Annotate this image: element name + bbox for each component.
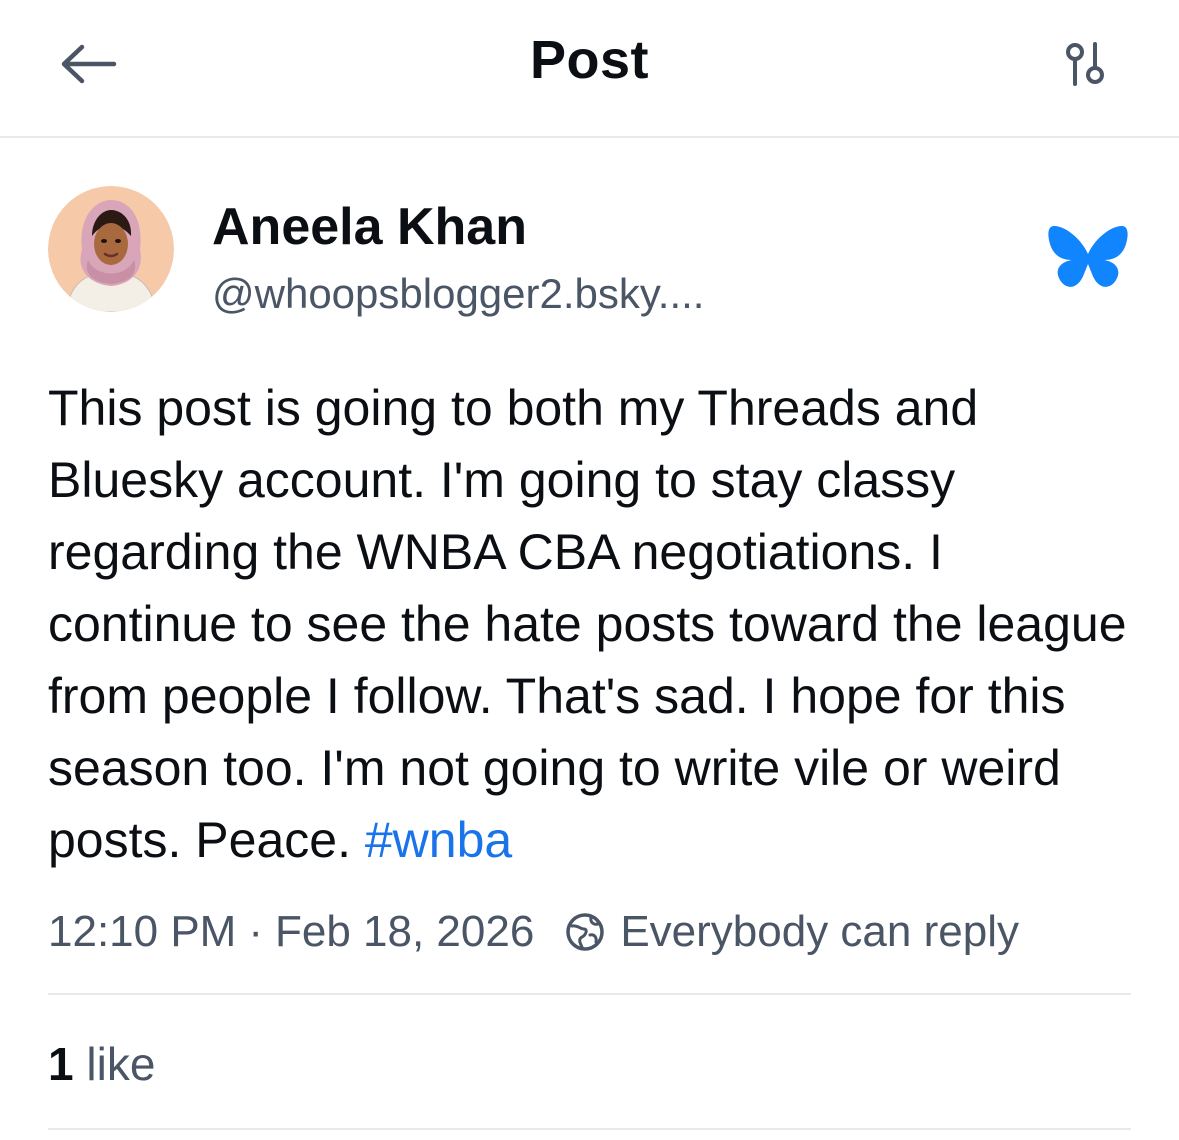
post-text: This post is going to both my Threads an… xyxy=(48,380,1127,868)
hashtag-link[interactable]: #wnba xyxy=(365,812,512,868)
globe-icon xyxy=(564,911,606,953)
author-handle[interactable]: @whoopsblogger2.bsky.... xyxy=(212,268,704,320)
post-meta: 12:10 PM · Feb 18, 2026 Everybody can re… xyxy=(48,900,1019,964)
divider xyxy=(48,993,1131,995)
reply-setting[interactable]: Everybody can reply xyxy=(620,907,1019,957)
page-title: Post xyxy=(529,30,650,90)
sliders-icon xyxy=(1066,42,1104,86)
meta-separator: · xyxy=(248,907,263,956)
likes-link[interactable]: 1 like xyxy=(48,1034,155,1094)
thread-settings-button[interactable] xyxy=(1050,32,1120,96)
likes-label: like xyxy=(86,1038,156,1090)
post-body: This post is going to both my Threads an… xyxy=(48,372,1138,876)
author-name[interactable]: Aneela Khan xyxy=(212,196,527,258)
likes-count: 1 xyxy=(48,1038,74,1090)
post-date: Feb 18, 2026 xyxy=(275,907,535,956)
divider xyxy=(48,1128,1131,1130)
bluesky-butterfly-icon xyxy=(1048,226,1128,287)
avatar[interactable] xyxy=(48,186,174,312)
top-bar: Post xyxy=(0,0,1179,138)
post-time: 12:10 PM xyxy=(48,907,237,956)
post-author: Aneela Khan @whoopsblogger2.bsky.... xyxy=(48,186,1138,317)
avatar-illustration xyxy=(48,186,174,312)
